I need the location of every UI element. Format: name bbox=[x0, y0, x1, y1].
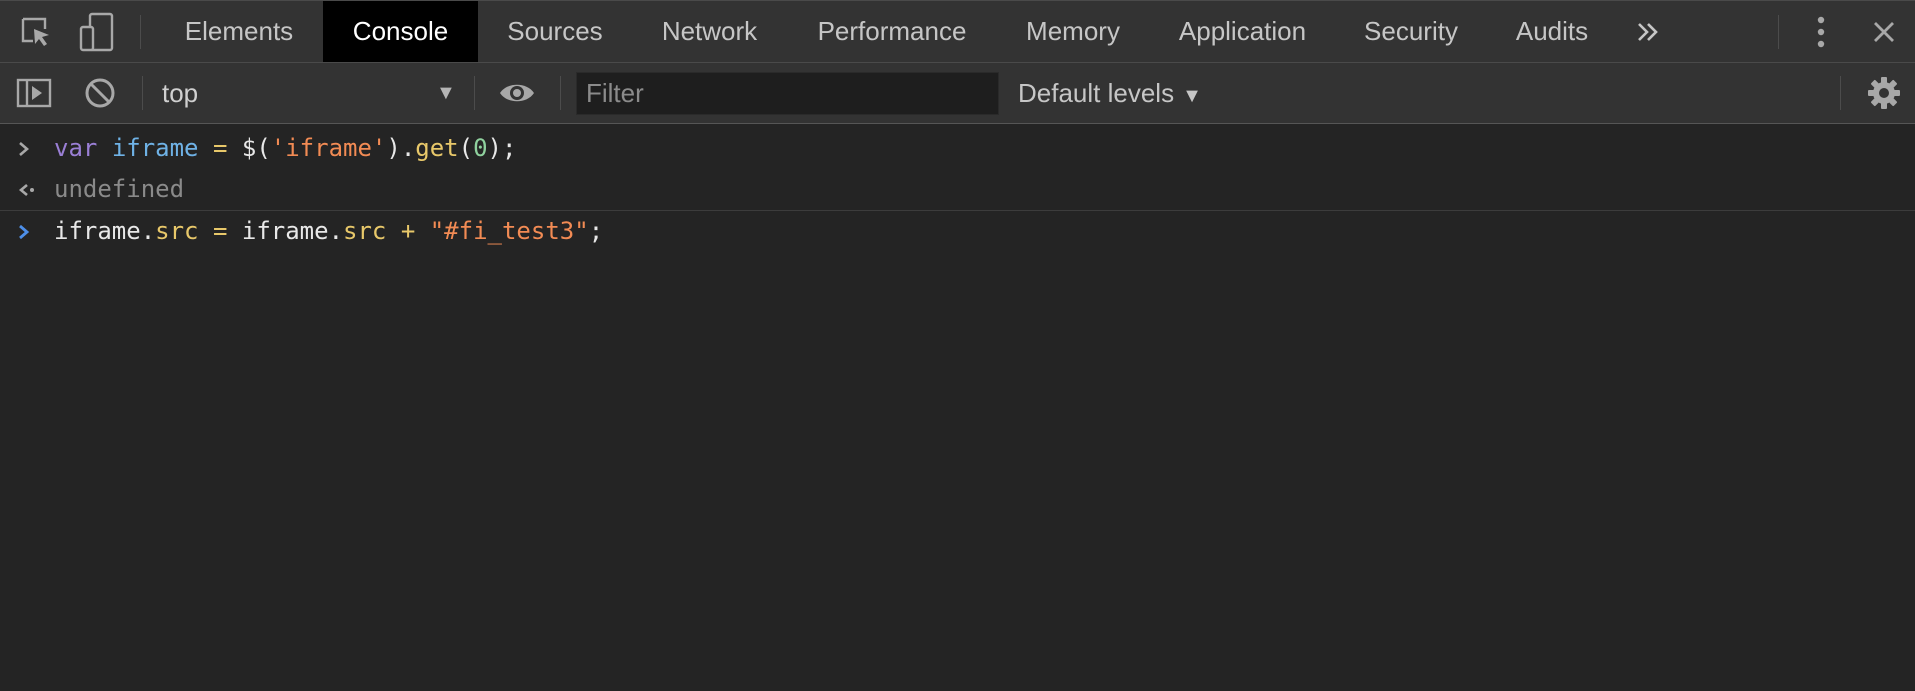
code-token: src bbox=[155, 217, 199, 245]
code-token: var bbox=[54, 134, 98, 162]
tab-sources[interactable]: Sources bbox=[478, 1, 632, 62]
prompt-chevron-icon bbox=[17, 128, 37, 169]
code-token: ; bbox=[588, 217, 604, 245]
code-token: iframe. bbox=[227, 217, 344, 245]
tab-application[interactable]: Application bbox=[1149, 1, 1336, 62]
code-token: ( bbox=[458, 134, 474, 162]
toolbar-divider bbox=[474, 76, 475, 110]
tab-audits[interactable]: Audits bbox=[1486, 1, 1618, 62]
tab-performance[interactable]: Performance bbox=[787, 1, 997, 62]
tab-network[interactable]: Network bbox=[632, 1, 787, 62]
result-arrow-icon bbox=[17, 169, 37, 210]
console-code: var iframe = $('iframe').get(0); bbox=[54, 128, 516, 169]
active-prompt-chevron-icon bbox=[17, 211, 37, 252]
code-token: iframe. bbox=[54, 217, 156, 245]
code-token: "#fi_test3" bbox=[429, 217, 589, 245]
console-toolbar: top ▼ Default levels ▼ bbox=[0, 63, 1915, 124]
context-dropdown-arrow-icon[interactable]: ▼ bbox=[436, 63, 456, 123]
inspect-element-icon[interactable] bbox=[16, 1, 56, 63]
filter-input[interactable] bbox=[576, 72, 999, 115]
code-token: get bbox=[415, 134, 459, 162]
devtools-tabbar: Elements Console Sources Network Perform… bbox=[0, 0, 1915, 63]
tab-elements[interactable]: Elements bbox=[155, 1, 323, 62]
tab-memory[interactable]: Memory bbox=[997, 1, 1149, 62]
chevron-down-icon: ▼ bbox=[1182, 85, 1202, 107]
console-result-line: undefined bbox=[0, 169, 1915, 210]
toolbar-divider bbox=[1778, 15, 1779, 49]
toolbar-divider bbox=[560, 76, 561, 110]
kebab-menu-icon[interactable] bbox=[1806, 1, 1836, 63]
code-token: 0 bbox=[473, 134, 488, 162]
console-prompt-line[interactable]: iframe.src = iframe.src + "#fi_test3"; bbox=[0, 211, 1915, 252]
code-token: = bbox=[212, 217, 228, 245]
code-token: src bbox=[343, 217, 387, 245]
tab-console[interactable]: Console bbox=[323, 1, 478, 62]
console-messages: var iframe = $('iframe').get(0); undefin… bbox=[0, 124, 1915, 252]
console-result-value: undefined bbox=[54, 175, 185, 203]
toolbar-divider bbox=[140, 15, 141, 49]
default-levels-dropdown[interactable]: Default levels ▼ bbox=[1018, 63, 1202, 123]
code-token: ); bbox=[487, 134, 517, 162]
tab-security[interactable]: Security bbox=[1336, 1, 1486, 62]
clear-console-icon[interactable] bbox=[80, 63, 120, 123]
device-toolbar-icon[interactable] bbox=[77, 1, 117, 63]
context-selector[interactable]: top bbox=[162, 63, 198, 123]
sidebar-toggle-icon[interactable] bbox=[14, 63, 54, 123]
code-token: = bbox=[212, 134, 228, 162]
console-editor[interactable]: iframe.src = iframe.src + "#fi_test3"; bbox=[54, 211, 603, 252]
toolbar-divider bbox=[1840, 76, 1841, 110]
gear-icon[interactable] bbox=[1864, 63, 1904, 123]
close-icon[interactable] bbox=[1866, 1, 1902, 63]
code-token: iframe bbox=[111, 134, 199, 162]
code-token: + bbox=[400, 217, 416, 245]
eye-icon[interactable] bbox=[497, 63, 537, 123]
code-token: $( bbox=[227, 134, 271, 162]
code-token: 'iframe' bbox=[270, 134, 387, 162]
console-input-line: var iframe = $('iframe').get(0); bbox=[0, 128, 1915, 169]
code-token: ). bbox=[386, 134, 416, 162]
default-levels-label: Default levels bbox=[1018, 78, 1175, 108]
toolbar-divider bbox=[142, 76, 143, 110]
double-chevron-right-icon[interactable] bbox=[1630, 1, 1666, 63]
